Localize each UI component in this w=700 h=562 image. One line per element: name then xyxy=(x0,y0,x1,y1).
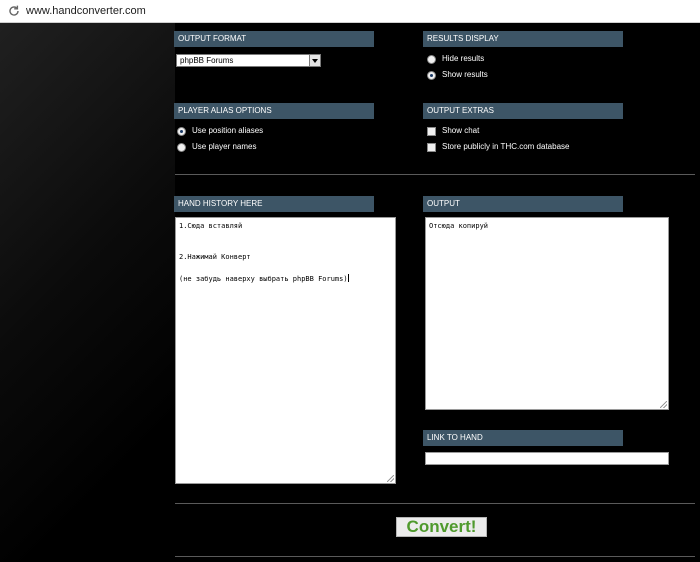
output-extras-header: OUTPUT EXTRAS xyxy=(423,103,623,119)
output-format-value: phpBB Forums xyxy=(180,56,234,65)
checkbox[interactable] xyxy=(427,143,436,152)
textarea-line: 1.Сюда вставляй xyxy=(179,222,243,230)
section-divider xyxy=(175,503,695,504)
reload-icon[interactable] xyxy=(7,4,21,18)
output-textarea[interactable]: Отсюда копируй xyxy=(425,217,669,410)
output-format-select[interactable]: phpBB Forums xyxy=(176,54,321,67)
browser-address-bar[interactable]: www.handconverter.com xyxy=(0,0,700,23)
radio-label: Hide results xyxy=(442,54,485,63)
radio-button-selected[interactable] xyxy=(177,127,186,136)
radio-label: Use position aliases xyxy=(192,126,264,135)
convert-button[interactable]: Convert! xyxy=(396,517,487,537)
radio-button-selected[interactable] xyxy=(427,71,436,80)
output-text: Отсюда копируй xyxy=(429,222,489,230)
hand-history-header: HAND HISTORY HERE xyxy=(174,196,374,212)
radio-button[interactable] xyxy=(427,55,436,64)
section-divider xyxy=(175,556,695,557)
textarea-line: 2.Нажимай Конверт xyxy=(179,253,251,261)
resize-grip-icon[interactable] xyxy=(660,401,667,408)
results-display-header: RESULTS DISPLAY xyxy=(423,31,623,47)
textarea-line: (не забудь наверху выбрать phpBB Forums) xyxy=(179,275,348,283)
hand-history-textarea[interactable]: 1.Сюда вставляй 2.Нажимай Конверт (не за… xyxy=(175,217,396,484)
background-gradient xyxy=(0,23,175,562)
output-format-header: OUTPUT FORMAT xyxy=(174,31,374,47)
checkbox[interactable] xyxy=(427,127,436,136)
text-caret xyxy=(347,274,349,282)
resize-grip-icon[interactable] xyxy=(387,475,394,482)
url-text[interactable]: www.handconverter.com xyxy=(26,5,146,17)
player-alias-header: PLAYER ALIAS OPTIONS xyxy=(174,103,374,119)
radio-button[interactable] xyxy=(177,143,186,152)
checkbox-label: Store publicly in THC.com database xyxy=(442,142,570,151)
checkbox-label: Show chat xyxy=(442,126,480,135)
chevron-down-icon[interactable] xyxy=(309,55,320,66)
link-to-hand-input[interactable] xyxy=(425,452,669,465)
output-header: OUTPUT xyxy=(423,196,623,212)
textarea-line-with-caret: (не забудь наверху выбрать phpBB Forums) xyxy=(179,274,349,283)
section-divider xyxy=(175,174,695,175)
link-to-hand-header: LINK TO HAND xyxy=(423,430,623,446)
radio-label: Show results xyxy=(442,70,488,79)
radio-label: Use player names xyxy=(192,142,257,151)
